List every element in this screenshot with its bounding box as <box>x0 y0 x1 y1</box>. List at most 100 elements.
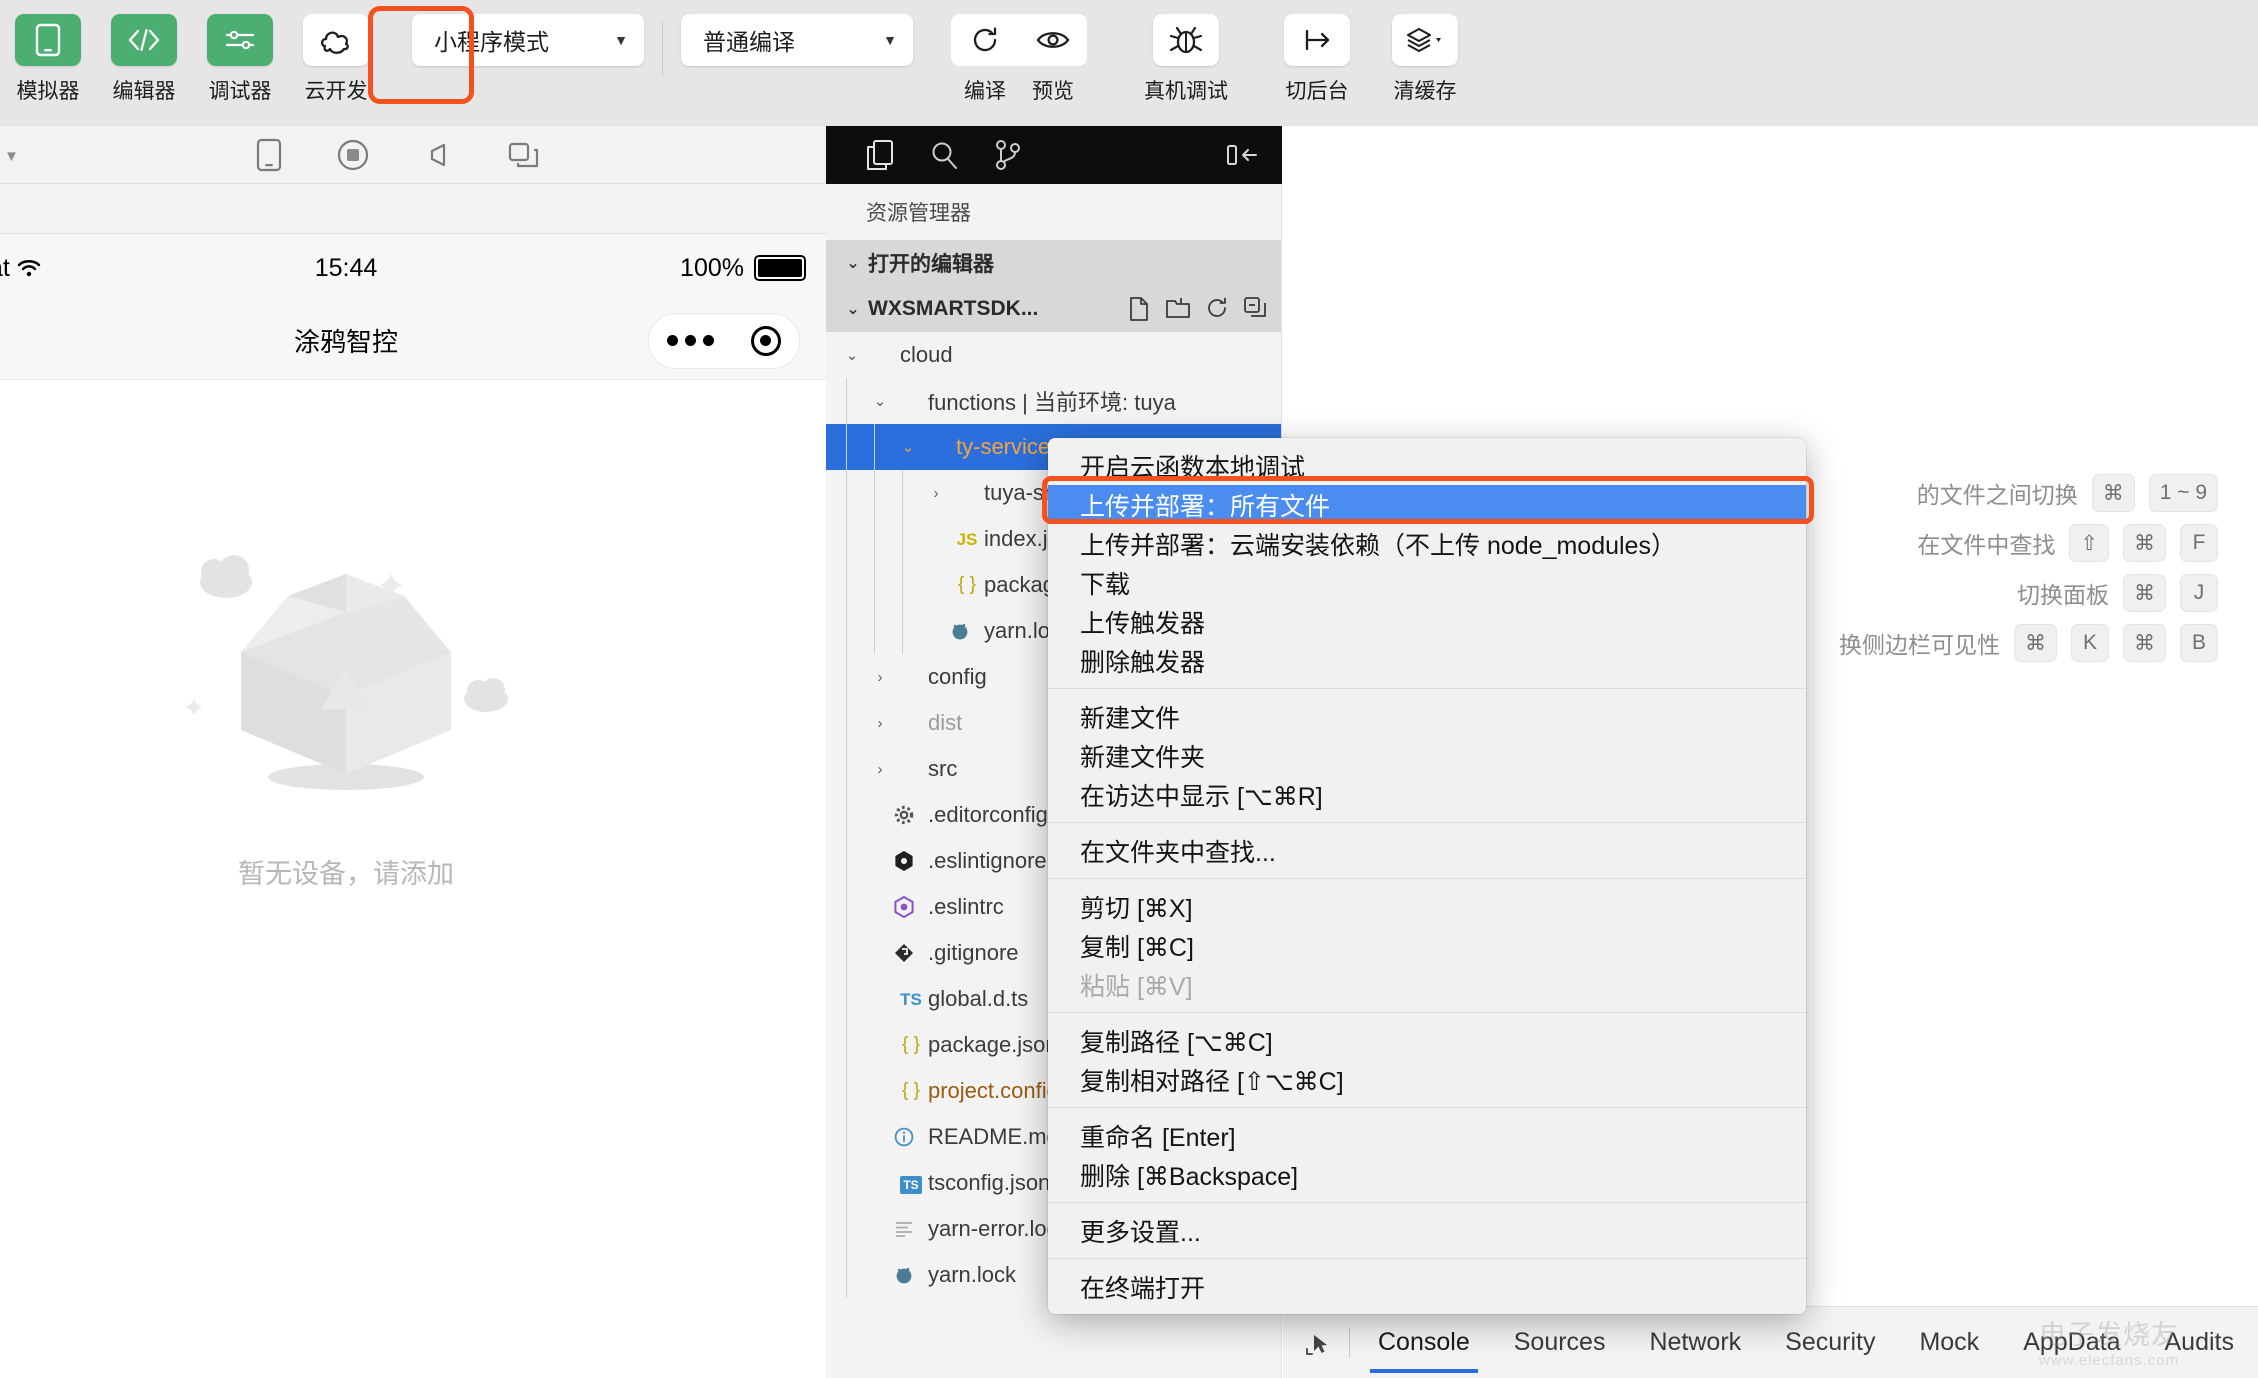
chevron-down-icon[interactable]: ⌄ <box>838 346 866 364</box>
compile-label: 编译 <box>964 80 1006 103</box>
chevron-right-icon[interactable]: › <box>866 761 894 778</box>
tree-item-label: README.md <box>928 1124 1059 1149</box>
record-icon[interactable] <box>336 138 370 172</box>
context-menu-item[interactable]: 剪切 [⌘X] <box>1048 887 1806 926</box>
context-menu-item[interactable]: 新建文件 <box>1048 697 1806 736</box>
tree-item-label: package.json <box>928 1032 1058 1057</box>
collapse-all-icon[interactable] <box>1243 296 1267 322</box>
wechat-capsule[interactable] <box>648 312 800 369</box>
file-type-icon <box>894 943 928 963</box>
code-icon <box>111 14 177 66</box>
context-menu-item[interactable]: 复制相对路径 [⇧⌥⌘C] <box>1048 1060 1806 1099</box>
background-label: 切后台 <box>1285 80 1349 103</box>
search-icon[interactable] <box>912 140 976 170</box>
context-menu-item[interactable]: 新建文件夹 <box>1048 736 1806 775</box>
context-menu-item: 粘贴 [⌘V] <box>1048 965 1806 1004</box>
chevron-right-icon[interactable]: › <box>866 715 894 732</box>
context-menu-item-label: 下载 <box>1080 570 1131 599</box>
toolbar-button-editor[interactable]: 编辑器 <box>96 0 192 105</box>
workspace-label: WXSMARTSDK... <box>868 297 1039 320</box>
devtools-tab-sources[interactable]: Sources <box>1492 1308 1628 1378</box>
tree-folder-row[interactable]: ⌄ cloud <box>826 332 1281 378</box>
context-menu-item[interactable]: 重命名 [Enter] <box>1048 1116 1806 1155</box>
context-menu-item-label: 上传并部署：所有文件 <box>1080 492 1331 521</box>
inspect-cursor-icon[interactable] <box>1291 1329 1343 1357</box>
collapse-sidebar-icon[interactable] <box>1226 141 1260 169</box>
chevron-down-icon: ⌄ <box>846 255 860 272</box>
context-menu-item[interactable]: 在文件夹中查找... <box>1048 831 1806 870</box>
context-menu-item[interactable]: 上传并部署：云端安装依赖（不上传 node_modules） <box>1048 524 1806 563</box>
compile-mode-value: 普通编译 <box>703 29 795 55</box>
context-menu-item[interactable]: 复制 [⌘C] <box>1048 926 1806 965</box>
devtools-tab-label: Sources <box>1513 1328 1606 1356</box>
device-section-title: 有设备 <box>0 380 826 454</box>
toolbar-button-simulator[interactable]: 模拟器 <box>0 0 96 105</box>
mode-select[interactable]: 小程序模式 ▼ <box>412 14 644 66</box>
new-folder-icon[interactable] <box>1165 296 1191 322</box>
battery-indicator: 100% <box>680 254 806 283</box>
device-debug-label: 真机调试 <box>1144 80 1228 103</box>
new-file-icon[interactable] <box>1127 296 1151 322</box>
toolbar-button-cloud-dev[interactable]: 云开发 <box>288 0 384 105</box>
empty-box-icon <box>186 555 508 790</box>
mode-select-wrap: 小程序模式 ▼ <box>412 0 644 66</box>
tree-item-label: project.config <box>928 1078 1059 1103</box>
devtools-tab-label: Mock <box>1919 1328 1980 1356</box>
compile-button[interactable] <box>951 14 1019 66</box>
chevron-down-icon[interactable]: ⌄ <box>866 392 894 410</box>
devtools-tab-mock[interactable]: Mock <box>1897 1308 2001 1378</box>
context-menu-item[interactable]: 开启云函数本地调试 <box>1048 446 1806 485</box>
context-menu-item[interactable]: 删除触发器 <box>1048 641 1806 680</box>
context-menu-item[interactable]: 删除 [⌘Backspace] <box>1048 1155 1806 1194</box>
devtools-tab-console[interactable]: Console <box>1356 1308 1492 1378</box>
toolbar-button-debugger[interactable]: 调试器 <box>192 0 288 105</box>
phone-icon[interactable] <box>256 138 282 172</box>
workspace-section[interactable]: ⌄ WXSMARTSDK... <box>826 286 1281 332</box>
compile-mode-select[interactable]: 普通编译 ▼ <box>681 14 913 66</box>
devtools-tab-audits[interactable]: Audits <box>2142 1308 2255 1378</box>
chevron-down-icon[interactable]: ▼ <box>4 148 19 165</box>
open-editors-section[interactable]: ⌄ 打开的编辑器 <box>826 240 1281 286</box>
target-icon[interactable] <box>750 325 781 356</box>
device-status-bar: WeChat 15:44 100% <box>0 234 826 302</box>
chevron-down-icon: ⌄ <box>846 301 860 318</box>
carrier-name: WeChat <box>0 253 10 282</box>
explorer-title: 资源管理器 <box>866 202 971 225</box>
more-dots-icon[interactable] <box>667 335 715 346</box>
layers-icon <box>1392 14 1458 66</box>
cloud-dev-icon <box>303 14 369 66</box>
context-menu-item[interactable]: 在访达中显示 [⌥⌘R] <box>1048 775 1806 814</box>
context-menu-item[interactable]: 上传并部署：所有文件 <box>1048 485 1806 524</box>
chevron-right-icon[interactable]: › <box>922 485 950 502</box>
chevron-down-icon[interactable]: ⌄ <box>894 438 922 456</box>
context-menu-item[interactable]: 下载 <box>1048 563 1806 602</box>
battery-icon <box>754 255 806 281</box>
tree-folder-row[interactable]: ⌄ functions | 当前环境: tuya <box>826 378 1281 424</box>
preview-button[interactable] <box>1019 14 1087 66</box>
context-menu[interactable]: 开启云函数本地调试上传并部署：所有文件上传并部署：云端安装依赖（不上传 node… <box>1048 438 1806 1314</box>
window-icon[interactable] <box>508 141 540 169</box>
clear-cache-button[interactable]: 清缓存 <box>1373 0 1477 105</box>
chevron-right-icon[interactable]: › <box>866 669 894 686</box>
context-menu-separator <box>1048 878 1806 879</box>
context-menu-item[interactable]: 更多设置... <box>1048 1211 1806 1250</box>
activity-bar <box>826 126 1282 184</box>
devtools-tabs[interactable]: Console Sources Network Security Mock AppData… <box>1356 1308 2256 1378</box>
devtools-tab-security[interactable]: Security <box>1763 1308 1897 1378</box>
background-button[interactable]: 切后台 <box>1265 0 1369 105</box>
devtools-tab-network[interactable]: Network <box>1627 1308 1763 1378</box>
toolbar-divider-1 <box>662 22 663 76</box>
device-debug-button[interactable]: 真机调试 <box>1121 0 1251 105</box>
refresh-icon[interactable] <box>1205 296 1229 322</box>
file-type-icon: { } <box>958 574 976 595</box>
context-menu-item[interactable]: 复制路径 [⌥⌘C] <box>1048 1021 1806 1060</box>
tree-item-label: .eslintrc <box>928 894 1004 919</box>
context-menu-item[interactable]: 在终端打开 <box>1048 1267 1806 1306</box>
source-control-icon[interactable] <box>976 139 1040 171</box>
context-menu-item-label: 删除触发器 <box>1080 648 1206 677</box>
toolbar-label-cloud-dev: 云开发 <box>304 80 368 103</box>
volume-icon[interactable] <box>424 141 454 169</box>
files-icon[interactable] <box>848 139 912 171</box>
context-menu-item[interactable]: 上传触发器 <box>1048 602 1806 641</box>
devtools-tab-appdata[interactable]: AppData <box>2001 1308 2142 1378</box>
